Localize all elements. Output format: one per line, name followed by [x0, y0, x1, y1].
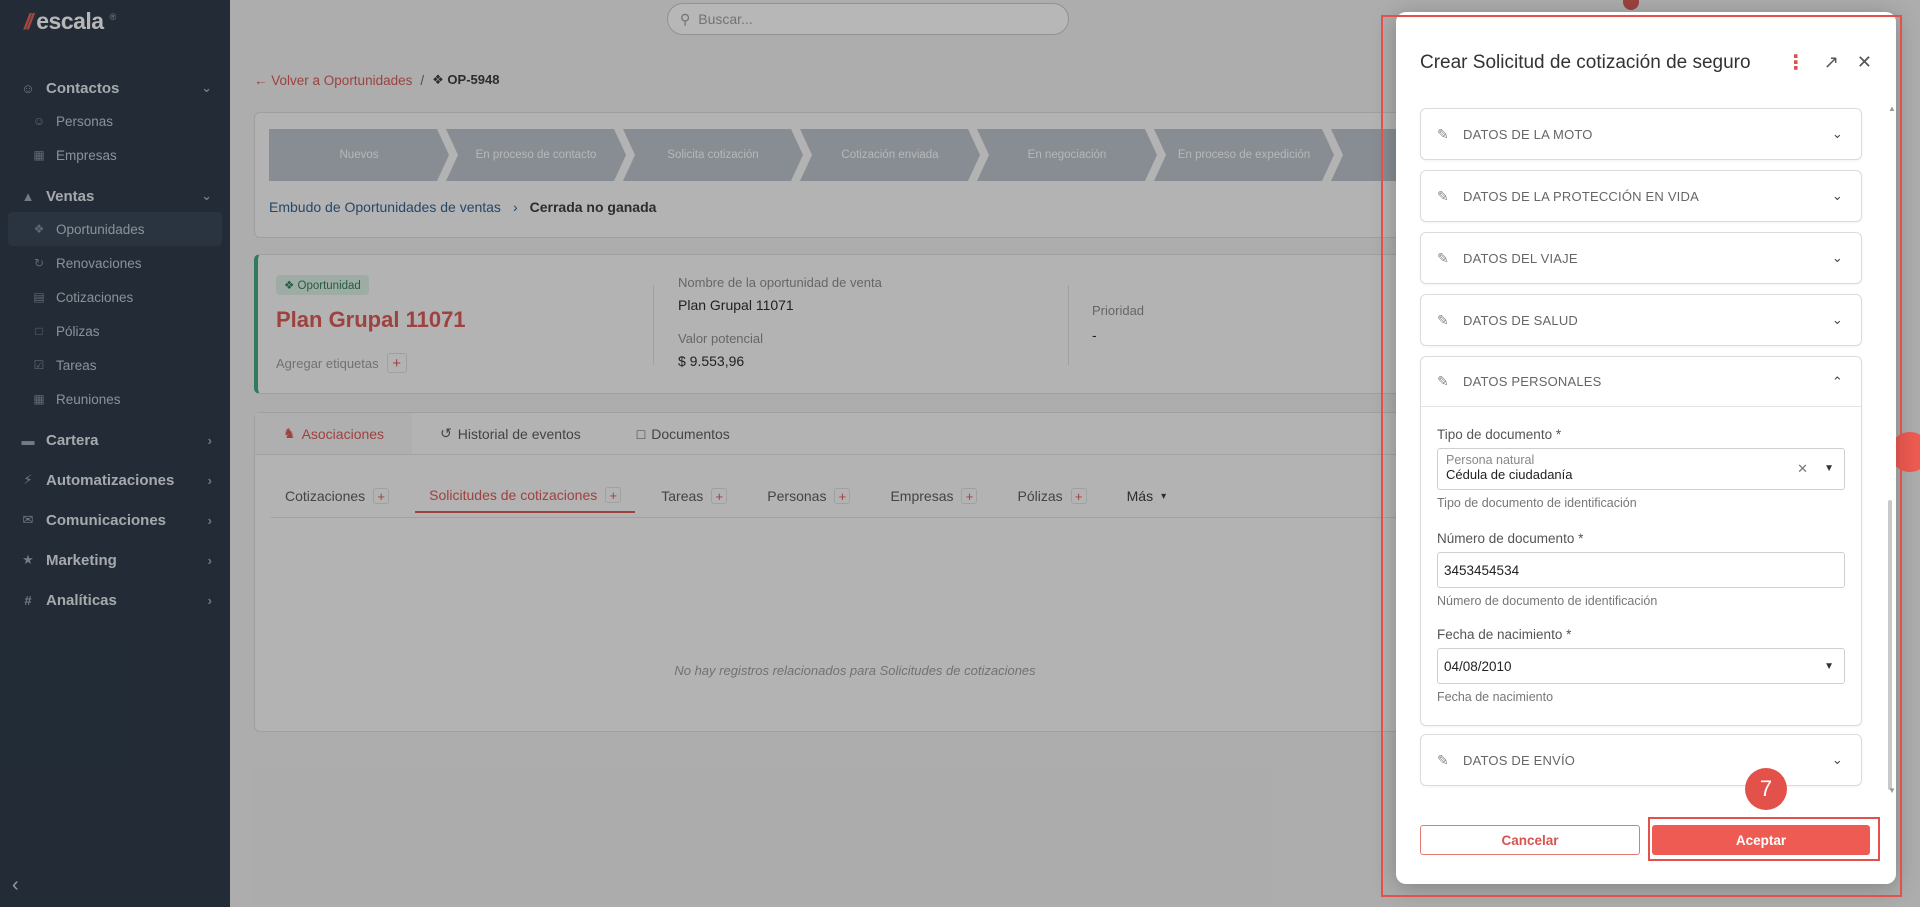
step-badge: 7 — [1745, 768, 1787, 810]
accept-highlight — [1648, 817, 1880, 861]
modal-highlight — [1381, 15, 1902, 897]
